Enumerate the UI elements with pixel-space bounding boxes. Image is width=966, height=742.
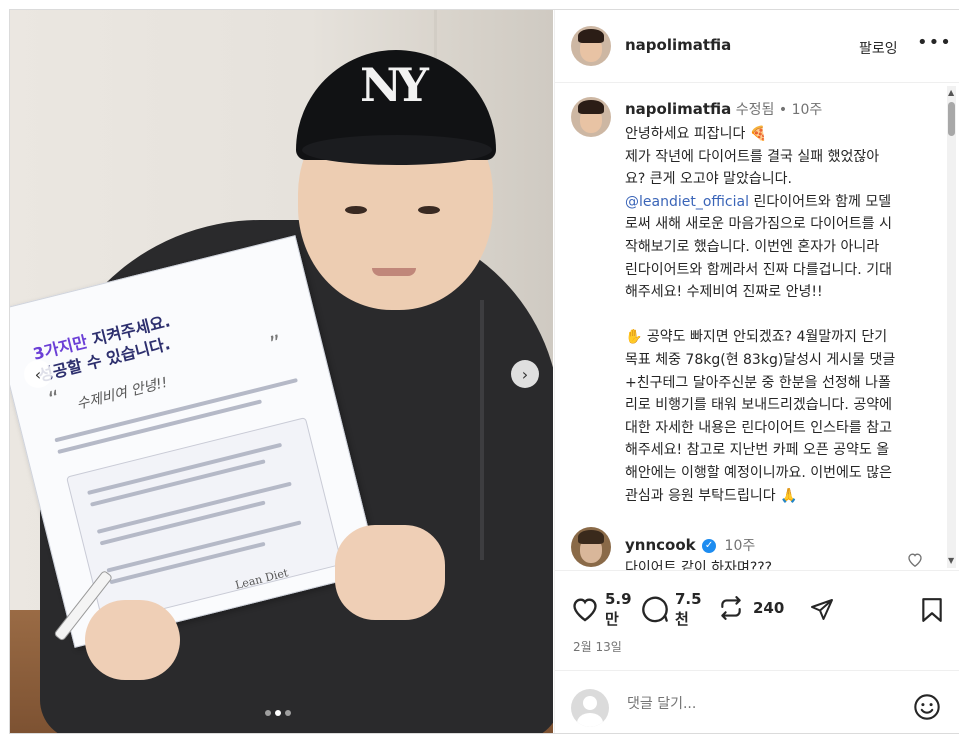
scroll-down-arrow-icon[interactable]: ▼ xyxy=(948,556,954,565)
caption-username[interactable]: napolimatfia xyxy=(625,100,731,118)
carousel-dot xyxy=(285,710,291,716)
comment-age[interactable]: 10주 xyxy=(725,538,756,554)
caption-line: 안녕하세요 피잡니다 🍕 xyxy=(625,126,768,142)
author-avatar[interactable] xyxy=(571,26,611,66)
eye xyxy=(418,206,440,214)
caption-line: +친구테그 달아주신분 중 한분을 선정해 나폴 xyxy=(625,374,891,391)
following-button[interactable]: 팔로잉 xyxy=(859,38,898,58)
comment-like-heart-icon[interactable] xyxy=(907,552,923,570)
comment-button[interactable]: 7.5 천 xyxy=(641,589,702,629)
comment-text: 다이어트 같이 하자며??? xyxy=(625,560,773,570)
post-age[interactable]: 10주 xyxy=(792,102,823,118)
eye xyxy=(345,206,367,214)
cap-brim xyxy=(302,135,492,165)
right-hand xyxy=(335,525,445,620)
carousel-prev-button[interactable]: ‹ xyxy=(24,360,52,388)
carousel-indicator xyxy=(265,710,291,716)
caption-line: ✋ 공약도 빠지면 안되겠죠? 4월말까지 단기 xyxy=(625,329,888,346)
chevron-right-icon: › xyxy=(521,364,529,384)
viewer-avatar xyxy=(571,689,609,727)
caption-meta: napolimatfia 수정됨 • 10주 xyxy=(625,99,822,119)
carousel-next-button[interactable]: › xyxy=(511,360,539,388)
commenter-avatar[interactable] xyxy=(571,527,611,567)
repost-button[interactable]: 240 xyxy=(717,595,784,621)
post-caption: 안녕하세요 피잡니다 🍕 제가 작년에 다이어트를 결국 실패 했었잖아요? 큰게… xyxy=(625,123,939,507)
caption-line: @leandiet_official 린다이어트와 함께 모델 xyxy=(625,193,892,210)
comment-icon xyxy=(642,596,668,623)
caption-line: 목표 체중 78kg(현 83kg)달성시 게시물 댓글 xyxy=(625,351,896,368)
comment-composer: 댓글 달기... xyxy=(555,670,959,734)
cap-logo: NY xyxy=(360,58,429,112)
verified-badge-icon: ✓ xyxy=(702,539,717,553)
share-button[interactable] xyxy=(809,597,835,621)
caption-line: 대한 자세한 내용은 린다이어트 인스타를 참고 xyxy=(625,419,892,436)
post-dialog: NY 3가지만 지켜주세요. 성공할 수 있습니다. “ ” 수제비여 안녕!!… xyxy=(9,9,959,734)
caption-line xyxy=(625,304,939,327)
repost-icon xyxy=(721,596,741,620)
post-date[interactable]: 2월 13일 xyxy=(573,638,622,655)
comments-scrollbar[interactable]: ▲ ▼ xyxy=(947,86,956,568)
edited-label: 수정됨 xyxy=(735,102,775,118)
author-username[interactable]: napolimatfia xyxy=(625,36,731,54)
caption-line: 해주세요! 참고로 지난번 카페 오픈 공약도 올 xyxy=(625,442,890,459)
meta-separator: • xyxy=(778,102,788,118)
share-icon xyxy=(811,599,833,620)
post-panel: napolimatfia 팔로잉 ••• napolimatfia 수정됨 • … xyxy=(554,10,959,733)
caption-line: 작해보기로 했습니다. 이번엔 혼자가 아니라 xyxy=(625,238,880,255)
mention-link[interactable]: @leandiet_official xyxy=(625,194,749,210)
likes-count[interactable]: 5.9 만 xyxy=(605,589,632,629)
caption-line: 해안에는 이행할 예정이니까요. 이번에도 많은 xyxy=(625,464,892,481)
paper-text-line xyxy=(87,442,283,496)
scroll-up-arrow-icon[interactable]: ▲ xyxy=(948,88,954,97)
scroll-thumb[interactable] xyxy=(948,102,955,136)
comments-section: napolimatfia 수정됨 • 10주 안녕하세요 피잡니다 🍕 제가 작년… xyxy=(555,83,959,570)
emoji-icon[interactable] xyxy=(913,693,941,725)
caption-author-avatar[interactable] xyxy=(571,97,611,137)
quote-mark: “ xyxy=(46,386,64,414)
heart-icon xyxy=(573,598,597,622)
quote-mark: ” xyxy=(267,331,285,359)
comment-input[interactable]: 댓글 달기... xyxy=(627,693,696,713)
caption-line: 린다이어트와 함께라서 진짜 다를겁니다. 기대 xyxy=(625,261,892,278)
handwritten-signature: 수제비여 안녕!! xyxy=(75,374,170,413)
reposts-count[interactable]: 240 xyxy=(753,598,784,618)
bookmark-icon xyxy=(922,598,942,622)
caption-line: 로써 새해 새로운 마음가짐으로 다이어트를 시 xyxy=(625,216,892,233)
carousel-dot-active xyxy=(275,710,281,716)
paper-text-line xyxy=(106,520,302,573)
commenter-username[interactable]: ynncook xyxy=(625,536,696,554)
mouth xyxy=(372,268,416,276)
comment-meta: ynncook ✓ 10주 xyxy=(625,535,755,555)
caption-line: 제가 작년에 다이어트를 결국 실패 했었잖아 xyxy=(625,148,880,165)
caption-line: 관심과 응원 부탁드립니다 🙏 xyxy=(625,487,798,504)
like-button[interactable]: 5.9 만 xyxy=(571,589,632,629)
caption-line: 리로 비행기를 태워 보내드리겠습니다. 공약에 xyxy=(625,397,892,414)
action-bar: 5.9 만 7.5 천 240 2월 13일 xyxy=(555,570,959,671)
more-options-icon[interactable]: ••• xyxy=(917,32,952,53)
post-media: NY 3가지만 지켜주세요. 성공할 수 있습니다. “ ” 수제비여 안녕!!… xyxy=(10,10,553,733)
chevron-left-icon: ‹ xyxy=(34,364,42,384)
caption-line: 요? 큰게 오고야 말았습니다. xyxy=(625,171,792,188)
jacket-seam xyxy=(480,300,484,560)
post-header: napolimatfia 팔로잉 ••• xyxy=(555,10,959,83)
paper-text-line xyxy=(96,481,292,534)
comments-count[interactable]: 7.5 천 xyxy=(675,589,702,629)
save-button[interactable] xyxy=(921,597,943,623)
carousel-dot xyxy=(265,710,271,716)
caption-line: 해주세요! 수제비여 진짜로 안녕!! xyxy=(625,284,823,301)
left-hand xyxy=(85,600,180,680)
